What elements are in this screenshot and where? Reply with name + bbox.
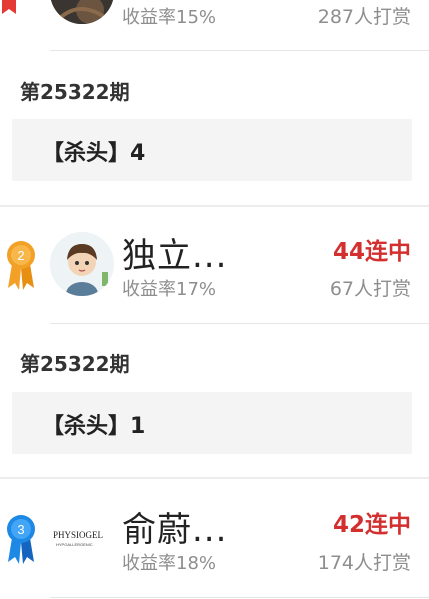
period-label: 第25322期 xyxy=(20,352,130,376)
pick-text: 【杀头】4 xyxy=(42,141,146,166)
yield-rate: 收益率18% xyxy=(122,553,217,574)
tip-count: 67人打赏 xyxy=(329,278,411,300)
medal-red-icon xyxy=(2,0,16,14)
user-name: 独立... xyxy=(122,236,228,276)
divider xyxy=(50,50,429,51)
period-label: 第25322期 xyxy=(20,80,130,104)
avatar[interactable] xyxy=(50,232,114,296)
pick-box: 【杀头】4 xyxy=(12,119,412,181)
yield-rate: 收益率17% xyxy=(122,279,217,300)
tip-count: 174人打赏 xyxy=(317,552,411,574)
avatar-logo-text: PHYSIOGEL xyxy=(53,530,104,540)
avatar[interactable]: PHYSIOGEL HYPOALLERGENIC xyxy=(50,506,114,570)
medal-number: 3 xyxy=(17,522,24,537)
tip-count: 287人打赏 xyxy=(317,6,411,28)
divider xyxy=(50,597,429,598)
yield-rate: 收益率15% xyxy=(122,7,217,28)
avatar-logo-subtext: HYPOALLERGENIC xyxy=(56,542,93,547)
streak-label: 42连中 xyxy=(332,512,411,538)
medal-number: 2 xyxy=(17,248,24,263)
section-divider xyxy=(0,205,429,207)
medal-blue-icon: 3 xyxy=(7,515,35,564)
divider xyxy=(50,323,429,324)
pick-text: 【杀头】1 xyxy=(42,414,146,439)
medal-gold-icon: 2 xyxy=(7,241,35,290)
avatar[interactable] xyxy=(50,0,114,24)
pick-box: 【杀头】1 xyxy=(12,392,412,454)
user-name: 俞蔚... xyxy=(122,510,228,550)
section-divider xyxy=(0,477,429,479)
streak-label: 44连中 xyxy=(332,239,411,265)
